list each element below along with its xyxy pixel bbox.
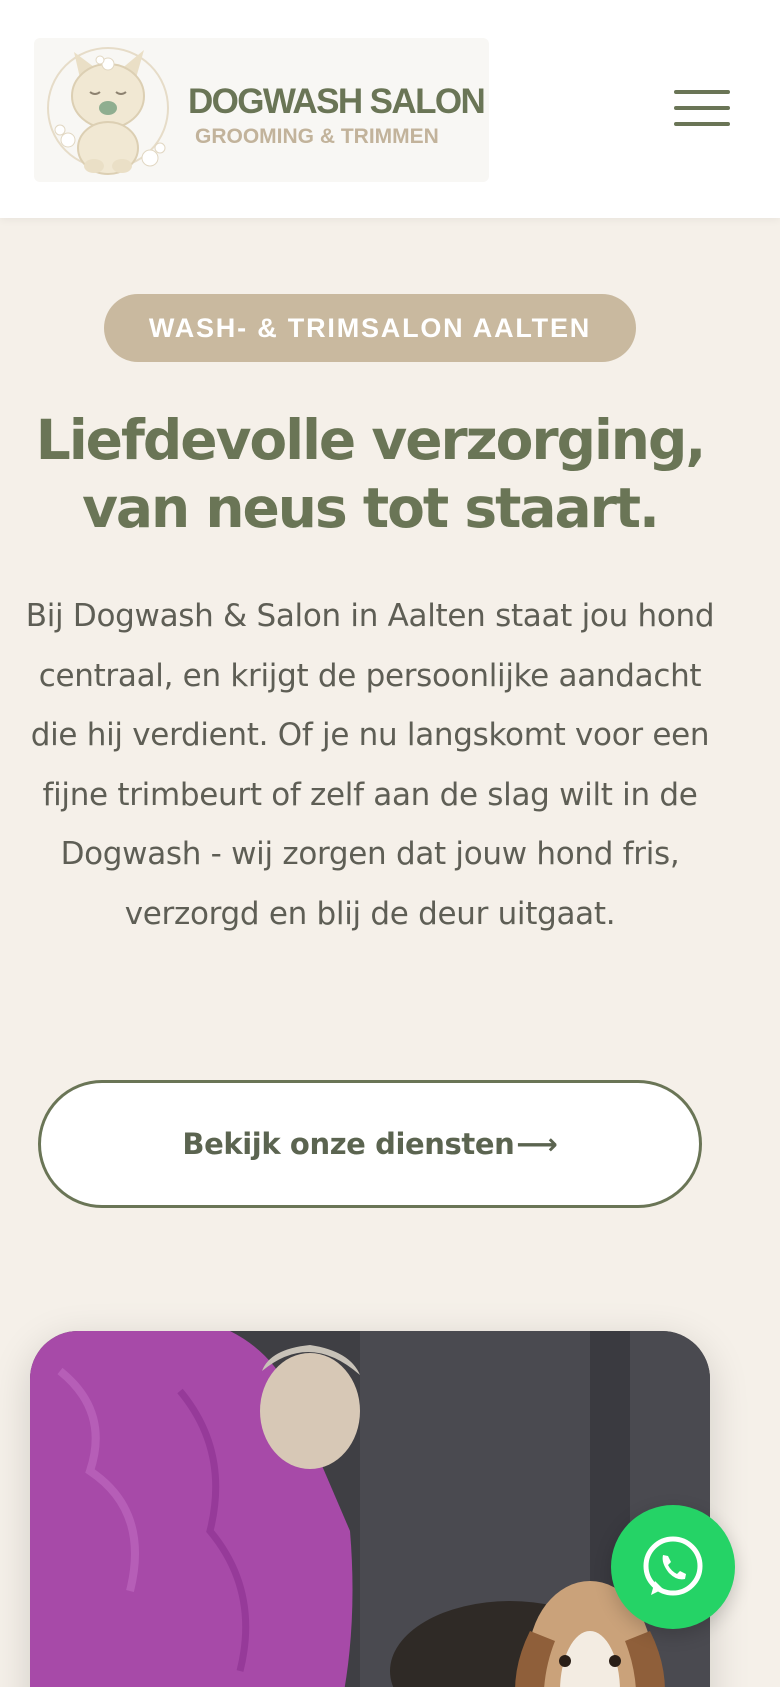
brand-tagline: GROOMING & TRIMMEN xyxy=(195,125,439,148)
whatsapp-icon xyxy=(643,1536,703,1596)
hero-photo xyxy=(30,1331,710,1687)
dog-mascot-icon xyxy=(47,47,169,175)
services-button-label: Bekijk onze diensten xyxy=(182,1127,515,1161)
logo[interactable]: DOGWASH SALON GROOMING & TRIMMEN xyxy=(34,38,489,182)
services-button[interactable]: Bekijk onze diensten ⟶ xyxy=(38,1080,702,1208)
hero-title-line2: van neus tot staart. xyxy=(82,476,660,540)
hero-title: Liefdevolle verzorging, van neus tot sta… xyxy=(20,406,720,542)
hamburger-menu-icon[interactable] xyxy=(674,88,730,128)
hero-title-line1: Liefdevolle verzorging, xyxy=(35,408,706,472)
site-header: DOGWASH SALON GROOMING & TRIMMEN xyxy=(0,0,780,218)
arrow-right-icon: ⟶ xyxy=(516,1127,558,1161)
brand-name: DOGWASH SALON xyxy=(188,82,486,121)
hero-description: Bij Dogwash & Salon in Aalten staat jou … xyxy=(25,598,715,932)
whatsapp-button[interactable] xyxy=(611,1505,735,1629)
location-badge: WASH- & TRIMSALON AALTEN xyxy=(104,294,636,362)
